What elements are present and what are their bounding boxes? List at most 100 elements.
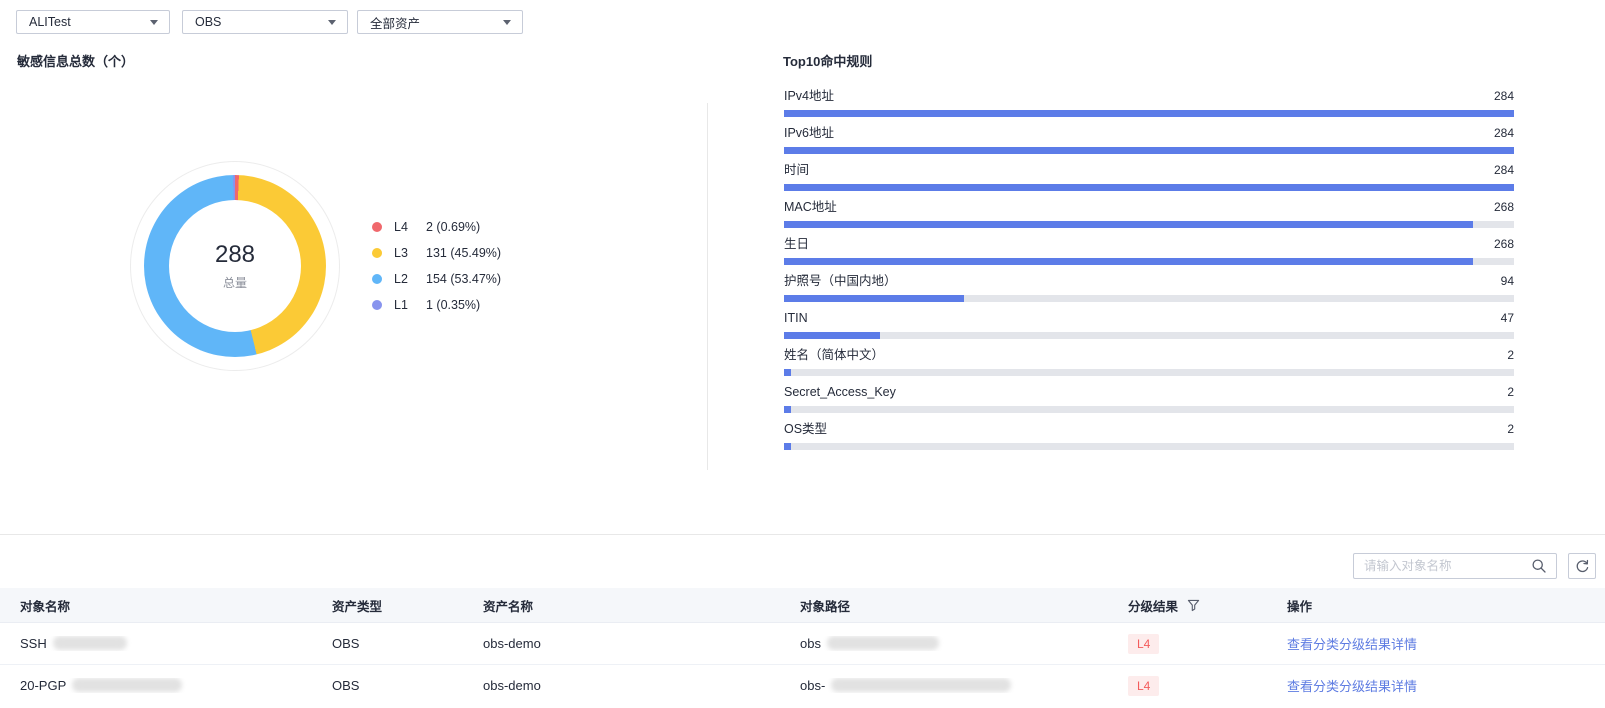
level-badge: L4	[1128, 634, 1159, 654]
service-select[interactable]: OBS	[182, 10, 348, 34]
asset-type-cell: OBS	[312, 636, 463, 651]
bar-fill	[784, 369, 791, 376]
asset-select[interactable]: 全部资产	[357, 10, 523, 34]
legend-label: L1	[394, 298, 418, 312]
sensitive-total-title: 敏感信息总数（个）	[17, 51, 134, 70]
object-name-cell: 20-PGP	[0, 678, 312, 693]
bar-row: 姓名（简体中文） 2	[784, 348, 1514, 385]
column-header-action: 操作	[1267, 596, 1605, 615]
legend-label: L2	[394, 272, 418, 286]
search-input[interactable]	[1353, 553, 1557, 579]
legend-dot-l3	[372, 248, 382, 258]
action-cell: 查看分类分级结果详情	[1267, 634, 1605, 653]
bar-value: 2	[1507, 422, 1514, 437]
legend-item-l4[interactable]: L4 2 (0.69%)	[372, 219, 501, 235]
bar-fill	[784, 295, 964, 302]
object-path-cell: obs	[780, 636, 1108, 651]
legend-dot-l1	[372, 300, 382, 310]
donut-total-value: 288	[215, 242, 255, 268]
column-header-object-path: 对象路径	[780, 596, 1108, 615]
donut-legend: L4 2 (0.69%) L3 131 (45.49%) L2 154 (53.…	[372, 219, 501, 323]
level-badge: L4	[1128, 676, 1159, 696]
bar-label: OS类型	[784, 422, 827, 437]
refresh-button[interactable]	[1568, 553, 1596, 579]
bar-row: MAC地址268	[784, 200, 1514, 237]
bar-value: 47	[1501, 311, 1514, 326]
bar-value: 284	[1494, 126, 1514, 141]
column-header-asset-type: 资产类型	[312, 596, 463, 615]
bar-row: IPv4地址 284	[784, 89, 1514, 126]
level-cell: L4	[1108, 634, 1267, 654]
view-result-detail-link[interactable]: 查看分类分级结果详情	[1287, 637, 1417, 652]
bar-track	[784, 147, 1514, 154]
service-select-value: OBS	[195, 15, 221, 29]
redacted-text	[827, 636, 939, 650]
bar-fill	[784, 147, 1514, 154]
legend-item-l2[interactable]: L2 154 (53.47%)	[372, 271, 501, 287]
chevron-down-icon	[328, 20, 336, 25]
top10-bar-chart: IPv4地址284 IPv6地址284 时间284 MAC地址268 生日268…	[784, 89, 1514, 459]
section-divider	[0, 534, 1605, 535]
bar-row: 生日268	[784, 237, 1514, 274]
bar-label: 姓名（简体中文）	[784, 348, 884, 363]
bar-row: ITIN 47	[784, 311, 1514, 348]
filter-icon[interactable]	[1187, 599, 1200, 612]
dashboard-page: ALITest OBS 全部资产 敏感信息总数（个） 288 总量 L4 2 (…	[0, 0, 1605, 708]
bar-fill	[784, 221, 1473, 228]
bar-value: 284	[1494, 89, 1514, 104]
table-row: 20-PGP OBS obs-demo obs- L4 查看分类分级结果详情	[0, 665, 1605, 706]
legend-dot-l2	[372, 274, 382, 284]
bar-row: 时间 284	[784, 163, 1514, 200]
results-table: 对象名称 资产类型 资产名称 对象路径 分级结果 操作 SSH OBS obs-…	[0, 588, 1605, 706]
bar-fill	[784, 110, 1514, 117]
legend-item-l1[interactable]: L1 1 (0.35%)	[372, 297, 501, 313]
legend-value: 131 (45.49%)	[426, 246, 501, 260]
bar-row: Secret_Access_Key2	[784, 385, 1514, 422]
level-cell: L4	[1108, 676, 1267, 696]
asset-name-cell: obs-demo	[463, 678, 780, 693]
bar-label: 时间	[784, 163, 809, 178]
bar-value: 284	[1494, 163, 1514, 178]
legend-value: 154 (53.47%)	[426, 272, 501, 286]
redacted-text	[831, 678, 1011, 692]
bar-value: 268	[1494, 237, 1514, 252]
redacted-text	[72, 678, 182, 692]
legend-dot-l4	[372, 222, 382, 232]
chevron-down-icon	[503, 20, 511, 25]
donut-center: 288 总量	[169, 200, 301, 332]
bar-label: ITIN	[784, 311, 808, 326]
bar-track	[784, 369, 1514, 376]
asset-name-cell: obs-demo	[463, 636, 780, 651]
top10-rules-title: Top10命中规则	[783, 51, 872, 70]
bar-fill	[784, 184, 1514, 191]
donut-ring: 288 总量	[144, 175, 326, 357]
legend-item-l3[interactable]: L3 131 (45.49%)	[372, 245, 501, 261]
bar-label: MAC地址	[784, 200, 837, 215]
bar-fill	[784, 258, 1473, 265]
bar-track	[784, 110, 1514, 117]
bar-track	[784, 295, 1514, 302]
object-path-cell: obs-	[780, 678, 1108, 693]
column-header-object-name: 对象名称	[0, 596, 312, 615]
bar-label: IPv4地址	[784, 89, 834, 104]
legend-label: L3	[394, 246, 418, 260]
bar-fill	[784, 443, 791, 450]
bar-track	[784, 184, 1514, 191]
bar-label: Secret_Access_Key	[784, 385, 896, 400]
donut-total-label: 总量	[223, 274, 247, 291]
bar-label: 护照号（中国内地）	[784, 274, 897, 289]
bar-row: OS类型 2	[784, 422, 1514, 459]
bar-track	[784, 258, 1514, 265]
project-select[interactable]: ALITest	[16, 10, 170, 34]
view-result-detail-link[interactable]: 查看分类分级结果详情	[1287, 679, 1417, 694]
bar-value: 2	[1507, 348, 1514, 363]
bar-row: 护照号（中国内地）94	[784, 274, 1514, 311]
table-header-row: 对象名称 资产类型 资产名称 对象路径 分级结果 操作	[0, 588, 1605, 623]
refresh-icon	[1575, 559, 1590, 574]
column-header-asset-name: 资产名称	[463, 596, 780, 615]
bar-fill	[784, 406, 791, 413]
legend-value: 1 (0.35%)	[426, 298, 480, 312]
bar-row: IPv6地址284	[784, 126, 1514, 163]
bar-track	[784, 221, 1514, 228]
search-icon[interactable]	[1531, 558, 1547, 574]
